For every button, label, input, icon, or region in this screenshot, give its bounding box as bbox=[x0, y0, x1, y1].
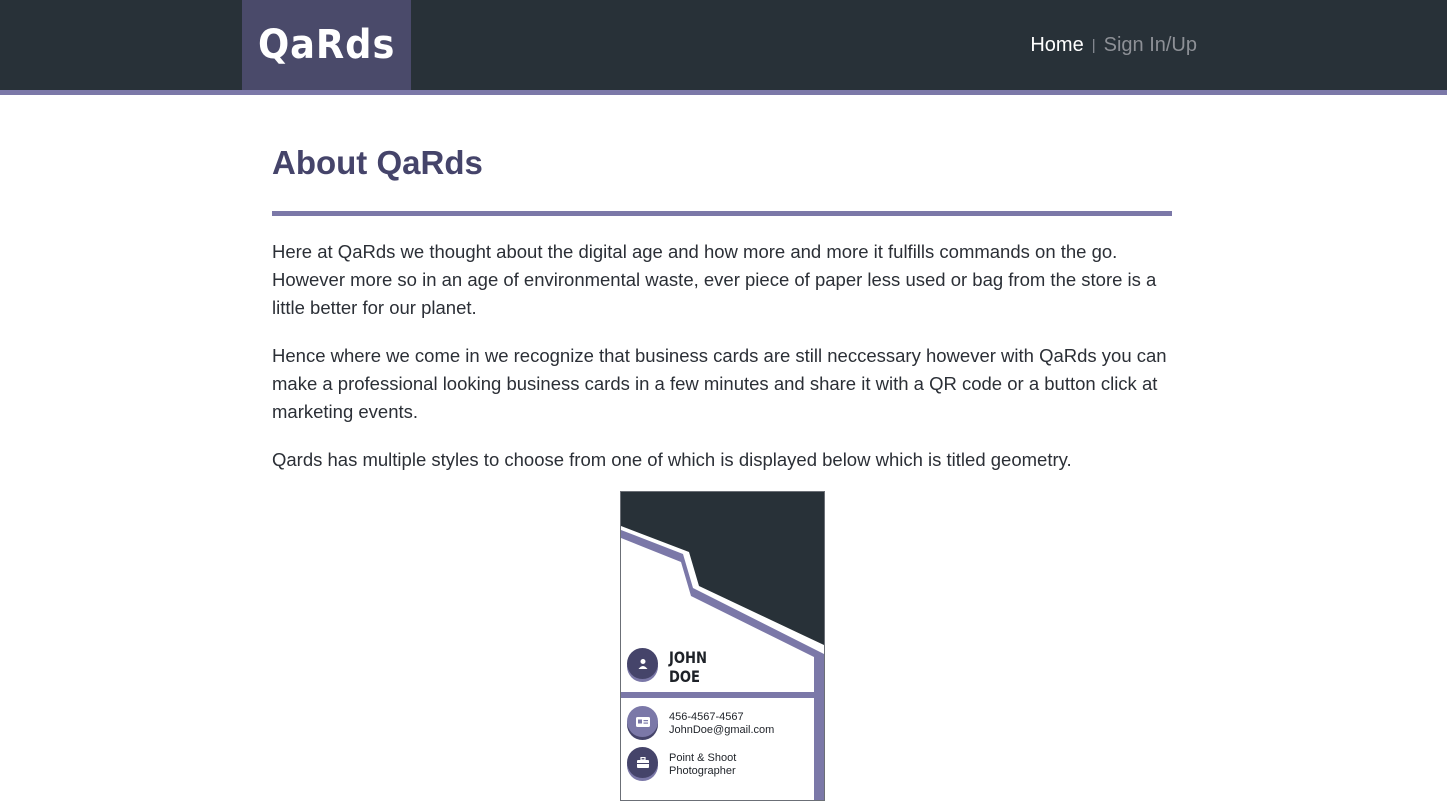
card-holder-name: JOHN DOE bbox=[669, 648, 726, 686]
card-name-first: JOHN bbox=[669, 648, 708, 667]
logo-text: QaRds bbox=[257, 22, 396, 68]
logo-link[interactable]: QaRds bbox=[242, 0, 411, 90]
briefcase-icon bbox=[627, 747, 658, 778]
nav-sign-in-link[interactable]: Sign In/Up bbox=[1104, 34, 1197, 57]
header-accent-line bbox=[0, 90, 1447, 95]
title-divider bbox=[272, 211, 1172, 216]
intro-paragraph: Here at QaRds we thought about the digit… bbox=[272, 241, 1157, 318]
nav-separator: | bbox=[1091, 36, 1096, 54]
user-icon bbox=[627, 648, 658, 679]
card-email: JohnDoe@gmail.com bbox=[669, 724, 775, 736]
about-section: About QaRds Here at QaRds we thought abo… bbox=[272, 140, 1172, 474]
id-card-icon bbox=[627, 706, 658, 737]
main-nav: Home | Sign In/Up bbox=[1030, 32, 1197, 58]
card-phone: 456-4567-4567 bbox=[669, 711, 744, 723]
card-job-line-2: Photographer bbox=[669, 765, 736, 777]
mission-paragraph: Hence where we come in we recognize that… bbox=[272, 345, 1167, 422]
business-card-preview: JOHN DOE 456-4567-4567 JohnDoe@gmail.com… bbox=[620, 491, 825, 801]
card-job-line-1: Point & Shoot bbox=[669, 752, 737, 764]
header-background bbox=[0, 0, 1447, 90]
card-name-last: DOE bbox=[669, 667, 701, 686]
styles-paragraph: Qards has multiple styles to choose from… bbox=[272, 449, 1072, 470]
page-title: About QaRds bbox=[272, 144, 483, 181]
nav-home-link[interactable]: Home bbox=[1030, 34, 1083, 57]
